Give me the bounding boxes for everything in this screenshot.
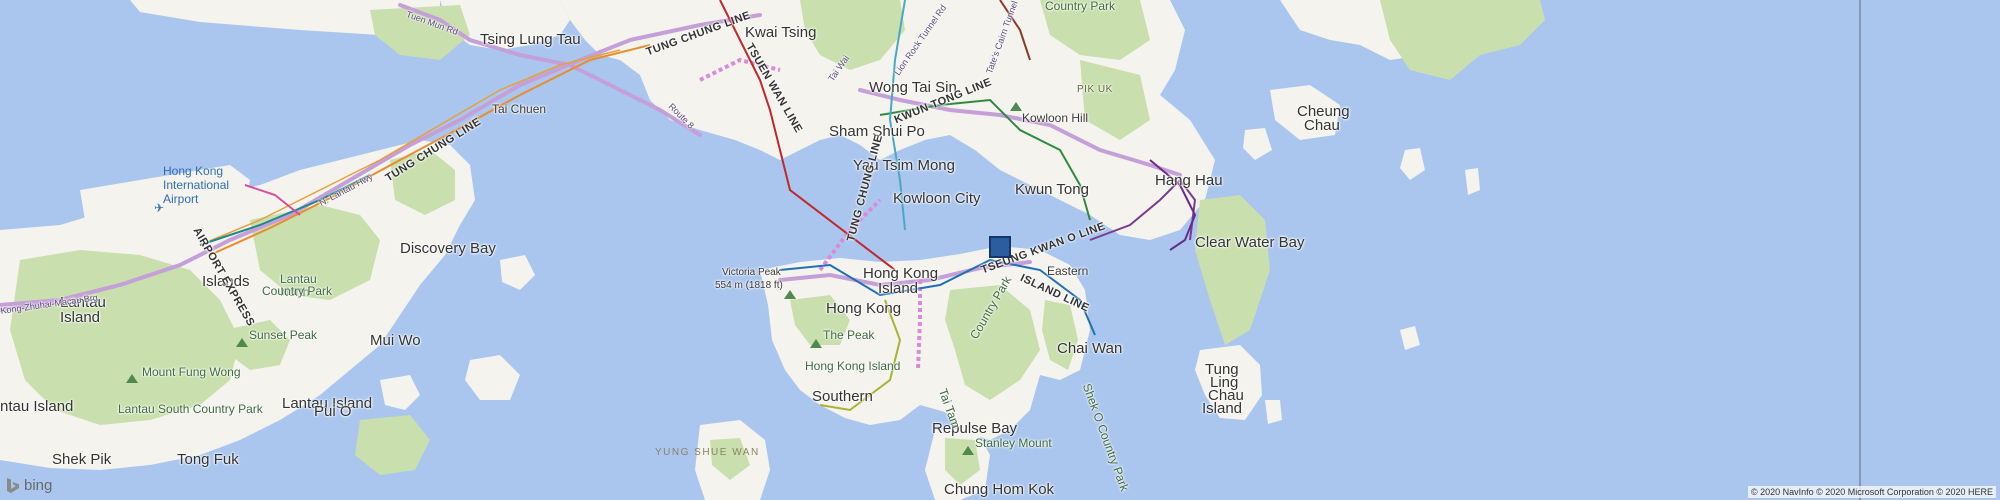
label-mui-wo: Mui Wo <box>370 332 421 349</box>
bing-logo-icon <box>7 477 19 493</box>
label-cheung-chau-2: Chau <box>1304 117 1340 134</box>
label-lantau-north-3: Country Park <box>262 284 333 298</box>
label-kwun-tong: Kwun Tong <box>1015 181 1089 198</box>
label-hong-kong: Hong Kong <box>826 300 902 317</box>
label-the-peak: The Peak <box>823 328 875 342</box>
label-hong-kong-island: Hong Kong Island <box>805 359 901 373</box>
label-hk-island-2: Island <box>878 280 919 297</box>
label-kwai-tsing: Kwai Tsing <box>745 24 817 41</box>
selected-location-marker[interactable] <box>989 236 1011 258</box>
label-victoria-peak: Victoria Peak <box>722 267 781 278</box>
label-southern: Southern <box>812 388 873 405</box>
label-victoria-peak-height: 554 m (1818 ft) <box>715 280 783 291</box>
label-pik-uk: PIK UK <box>1077 84 1113 95</box>
label-shek-pik: Shek Pik <box>52 451 112 468</box>
label-hang-hau: Hang Hau <box>1155 172 1223 189</box>
label-wong-tai-sin: Wong Tai Sin <box>869 79 957 96</box>
mountain-peak-icon <box>810 339 822 348</box>
label-kowloon-hill: Kowloon Hill <box>1022 111 1089 125</box>
label-lantau-island-left: ntau Island <box>0 398 74 415</box>
copyright-notice: © 2020 NavInfo © 2020 Microsoft Corporat… <box>1747 486 1996 498</box>
label-lantau-2: Island <box>60 309 101 326</box>
label-chung-hom-kok: Chung Hom Kok <box>944 481 1055 498</box>
mountain-peak-icon <box>1010 102 1022 111</box>
small-island-5 <box>1265 400 1282 424</box>
label-airport-3: Airport <box>163 192 199 206</box>
label-repulse-bay: Repulse Bay <box>932 420 1018 437</box>
label-tsing-lung-tau: Tsing Lung Tau <box>480 31 581 48</box>
label-lantau-south-cp: Lantau South Country Park <box>118 402 263 416</box>
airplane-icon: ✈ <box>154 201 165 215</box>
bing-logo[interactable]: bing <box>6 477 52 494</box>
label-tung-ling-4: Island <box>1202 400 1243 417</box>
label-hk-island-1: Hong Kong <box>863 265 939 282</box>
mountain-peak-icon <box>784 290 796 299</box>
label-sunset-peak: Sunset Peak <box>249 328 318 342</box>
label-eastern: Eastern <box>1047 264 1089 278</box>
label-discovery-bay: Discovery Bay <box>400 240 496 257</box>
label-chai-wan: Chai Wan <box>1057 340 1123 357</box>
label-tai-chuen: Tai Chuen <box>492 102 547 116</box>
bing-logo-text: bing <box>24 477 53 494</box>
label-kowloon-city: Kowloon City <box>893 190 981 207</box>
label-pui-o: Pui O <box>314 403 352 420</box>
mountain-peak-icon <box>962 446 974 455</box>
label-tong-fuk: Tong Fuk <box>177 451 239 468</box>
mountain-peak-icon <box>126 374 138 383</box>
label-clear-water-bay: Clear Water Bay <box>1195 234 1305 251</box>
label-airport-2: International <box>163 178 230 192</box>
mountain-peak-icon <box>236 338 248 347</box>
label-country-park-top: Country Park <box>1045 0 1116 13</box>
label-stanley-mount: Stanley Mount <box>975 436 1052 450</box>
label-yung-shue-wan: YUNG SHUE WAN <box>655 447 760 458</box>
label-mount-fung-wong: Mount Fung Wong <box>142 365 241 379</box>
label-airport-1: Hong Kong <box>163 164 224 178</box>
